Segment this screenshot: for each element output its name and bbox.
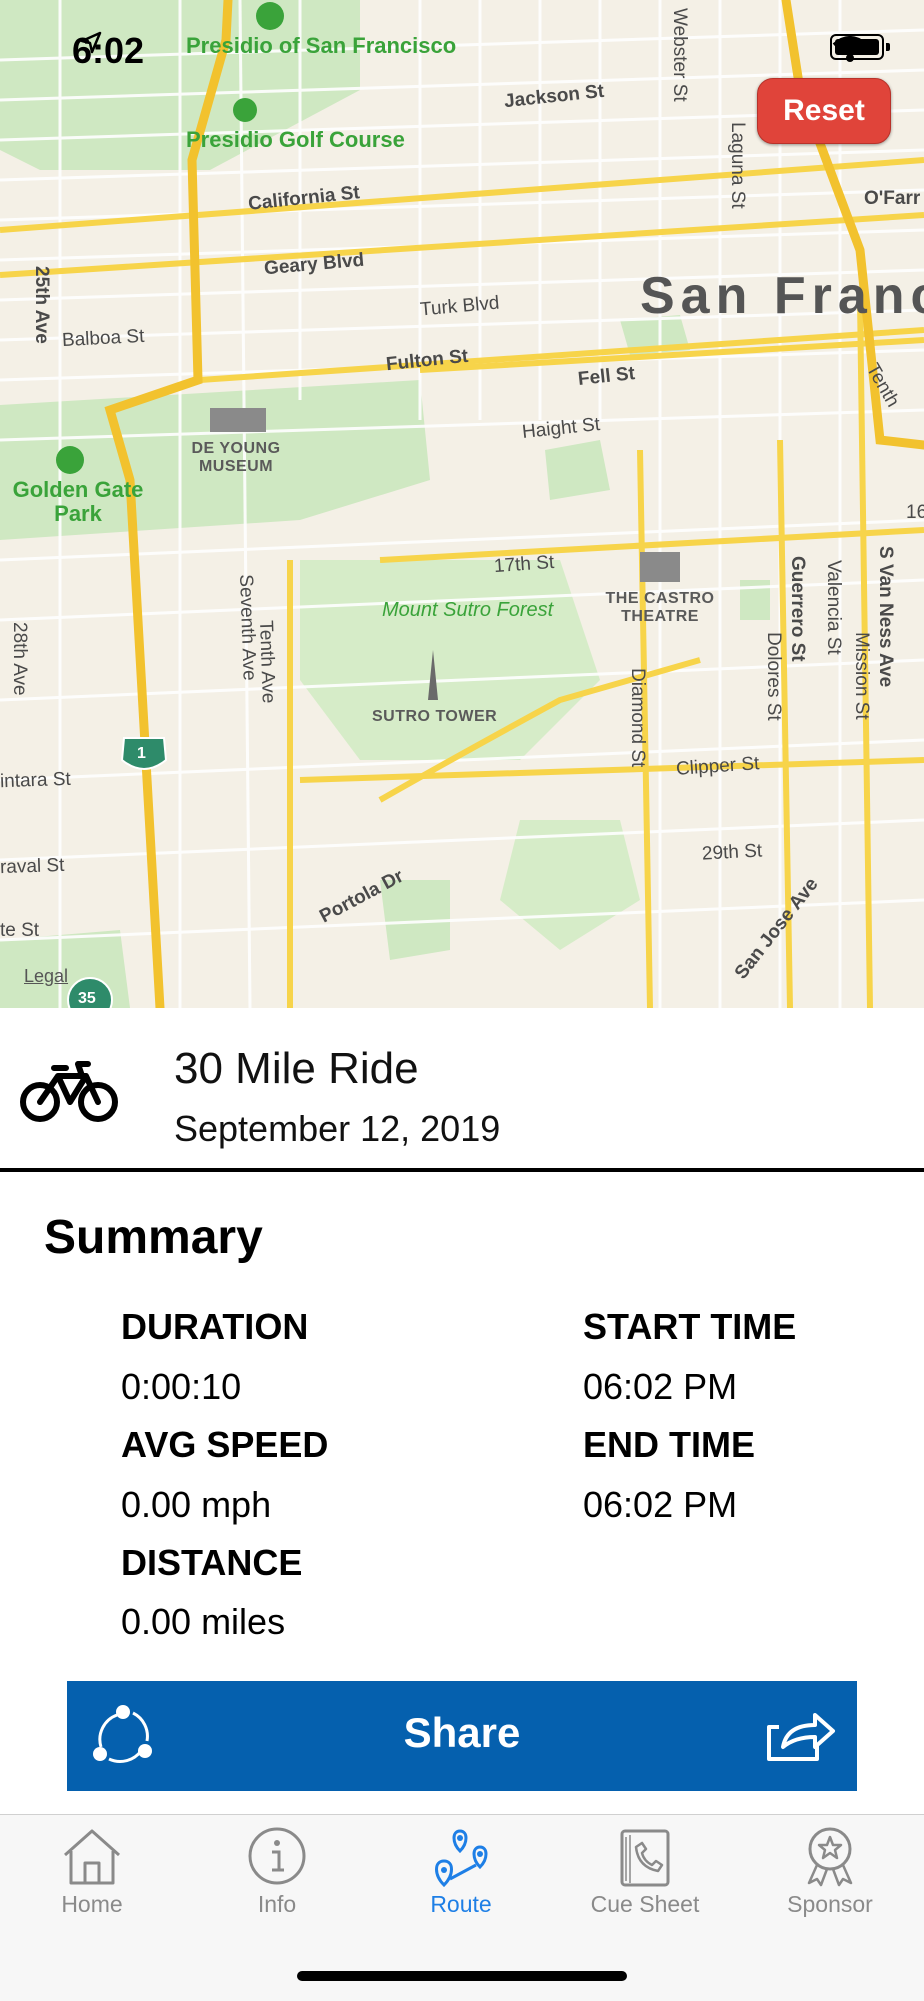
end-time-value: 06:02 PM bbox=[583, 1484, 738, 1525]
avg-speed-value: 0.00 mph bbox=[121, 1484, 272, 1525]
map-label-street: 16 bbox=[906, 502, 924, 523]
end-time-label: END TIME bbox=[583, 1424, 756, 1465]
ride-header: 30 Mile Ride September 12, 2019 bbox=[0, 1008, 924, 1172]
share-export-icon bbox=[767, 1713, 835, 1761]
map-label-street: 25th Ave bbox=[31, 266, 52, 344]
battery-cap bbox=[886, 43, 890, 51]
map-label-street: Mission St bbox=[851, 632, 872, 720]
map-label-street: Balboa St bbox=[61, 325, 145, 352]
tab-info[interactable]: Info bbox=[202, 1825, 352, 1935]
map-label-golden-gate-park: Golden Gate Park bbox=[12, 477, 144, 526]
distance-label: DISTANCE bbox=[121, 1542, 303, 1583]
map-label-street: 17th St bbox=[493, 551, 555, 578]
tab-label: Home bbox=[61, 1891, 123, 1917]
info-icon bbox=[248, 1827, 306, 1885]
map-label-street: S Van Ness Ave bbox=[875, 546, 896, 688]
share-button[interactable]: Share bbox=[67, 1681, 857, 1791]
tab-label: Cue Sheet bbox=[590, 1891, 700, 1917]
status-time: 6:02 bbox=[72, 30, 144, 72]
map-label-street: Diamond St bbox=[627, 668, 648, 768]
share-label: Share bbox=[403, 1709, 521, 1756]
distance-value: 0.00 miles bbox=[121, 1601, 286, 1642]
map-label-de-young: DE YOUNG MUSEUM bbox=[191, 440, 281, 475]
start-time-value: 06:02 PM bbox=[583, 1366, 738, 1407]
duration-label: DURATION bbox=[121, 1306, 309, 1347]
map-label-street: te St bbox=[0, 920, 40, 941]
map-label-street: intara St bbox=[0, 768, 72, 793]
avg-speed-label: AVG SPEED bbox=[121, 1424, 329, 1465]
duration-value: 0:00:10 bbox=[121, 1366, 242, 1407]
bicycle-icon bbox=[20, 1061, 118, 1122]
map-label-presidio: Presidio of San Francisco bbox=[186, 33, 457, 58]
tab-home[interactable]: Home bbox=[17, 1825, 167, 1935]
ride-title: 30 Mile Ride bbox=[174, 1044, 419, 1093]
map-label-street: Dolores St bbox=[763, 632, 784, 721]
tab-cue-sheet[interactable]: Cue Sheet bbox=[570, 1825, 720, 1935]
status-indicators bbox=[830, 34, 890, 62]
map-label-mount-sutro: Mount Sutro Forest bbox=[382, 599, 554, 621]
tab-route[interactable]: Route bbox=[386, 1825, 536, 1935]
cue-sheet-icon bbox=[620, 1829, 670, 1887]
map-label-sutro-tower: SUTRO TOWER bbox=[372, 708, 498, 725]
location-arrow-icon bbox=[80, 31, 102, 54]
tab-label: Route bbox=[430, 1891, 492, 1917]
home-indicator bbox=[297, 1971, 627, 1981]
route-1-label: 1 bbox=[137, 745, 146, 762]
start-time-label: START TIME bbox=[583, 1306, 797, 1347]
home-icon bbox=[64, 1829, 120, 1885]
tab-label: Sponsor bbox=[787, 1891, 873, 1917]
map-label-street: raval St bbox=[0, 854, 65, 879]
map-legal-link[interactable]: Legal bbox=[24, 966, 68, 987]
map-label-city: San Franc bbox=[640, 267, 924, 325]
map-label-street: 29th St bbox=[701, 840, 763, 865]
map-label-street: Valencia St bbox=[823, 560, 844, 655]
summary-heading: Summary bbox=[44, 1211, 263, 1264]
map-label-street: O'Farr bbox=[864, 188, 921, 209]
route-35-label: 35 bbox=[78, 990, 96, 1007]
tab-sponsor[interactable]: Sponsor bbox=[755, 1825, 905, 1935]
route-icon bbox=[435, 1829, 488, 1887]
battery-icon bbox=[830, 34, 884, 60]
map-label-street: Guerrero St bbox=[787, 556, 808, 662]
map-label-street: Webster St bbox=[669, 8, 690, 102]
map-label-street: 28th Ave bbox=[9, 622, 30, 696]
tab-label: Info bbox=[257, 1891, 297, 1917]
map-label-presidio-golf: Presidio Golf Course bbox=[186, 127, 405, 152]
map-view[interactable]: Presidio of San Francisco Presidio Golf … bbox=[0, 0, 924, 1008]
sponsor-icon bbox=[807, 1827, 853, 1887]
ride-date: September 12, 2019 bbox=[174, 1108, 501, 1149]
map-label-castro-theatre: THE CASTRO THEATRE bbox=[605, 590, 715, 625]
map-label-street: Laguna St bbox=[727, 122, 748, 209]
reset-button[interactable]: Reset bbox=[757, 78, 891, 144]
map-label-street: Tenth Ave bbox=[255, 620, 279, 704]
